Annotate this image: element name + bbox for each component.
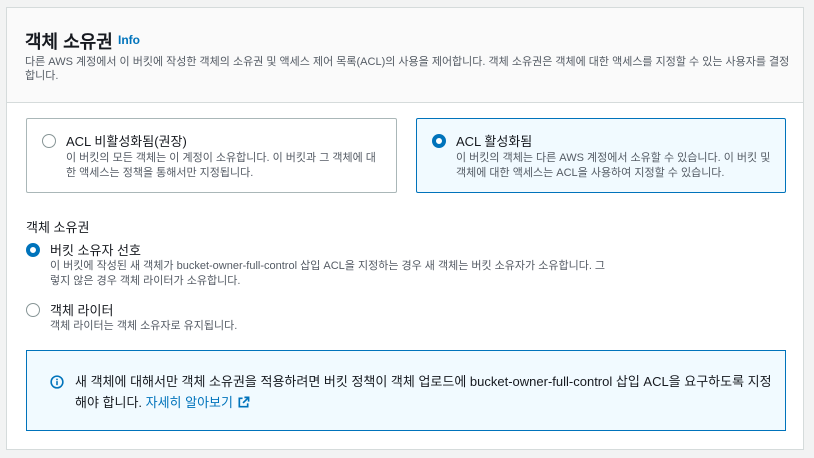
option-description: 이 버킷에 작성된 새 객체가 bucket-owner-full-contro… [50,260,606,287]
option-description: 객체 라이터는 객체 소유자로 유지됩니다. [50,320,238,332]
tile-acl-disabled[interactable]: ACL 비활성화됨(권장) 이 버킷의 모든 객체는 이 계정이 소유합니다. … [26,118,397,193]
tile-description: 이 버킷의 객체는 다른 AWS 계정에서 소유할 수 있습니다. 이 버킷 및… [456,152,771,179]
panel-title: 객체 소유권 [25,32,113,52]
acl-disabled-radio[interactable] [42,134,56,148]
tile-label: ACL 비활성화됨(권장) [66,134,187,149]
panel-header: 객체 소유권 Info 다른 AWS 계정에서 이 버킷에 작성한 객체의 소유… [7,8,803,103]
bucket-owner-preferred-radio[interactable] [26,243,40,257]
panel-description: 다른 AWS 계정에서 이 버킷에 작성한 객체의 소유권 및 액세스 제어 목… [25,56,790,82]
alert-message: 새 객체에 대해서만 객체 소유권을 적용하려면 버킷 정책이 객체 업로드에 … [75,371,775,413]
object-ownership-panel: 객체 소유권 Info 다른 AWS 계정에서 이 버킷에 작성한 객체의 소유… [6,7,804,450]
tile-acl-enabled[interactable]: ACL 활성화됨 이 버킷의 객체는 다른 AWS 계정에서 소유할 수 있습니… [416,118,786,193]
info-icon [50,375,64,389]
tile-description: 이 버킷의 모든 객체는 이 계정이 소유합니다. 이 버킷과 그 객체에 대한… [66,152,376,179]
ownership-section-label: 객체 소유권 [26,220,90,235]
tile-label: ACL 활성화됨 [456,134,533,149]
learn-more-link[interactable]: 자세히 알아보기 [146,395,233,410]
object-writer-radio[interactable] [26,303,40,317]
info-alert: 새 객체에 대해서만 객체 소유권을 적용하려면 버킷 정책이 객체 업로드에 … [26,350,786,431]
acl-enabled-radio[interactable] [432,134,446,148]
info-link[interactable]: Info [118,33,140,47]
external-link-icon[interactable] [237,396,250,409]
option-label: 객체 라이터 [50,303,114,318]
option-label: 버킷 소유자 선호 [50,243,141,258]
